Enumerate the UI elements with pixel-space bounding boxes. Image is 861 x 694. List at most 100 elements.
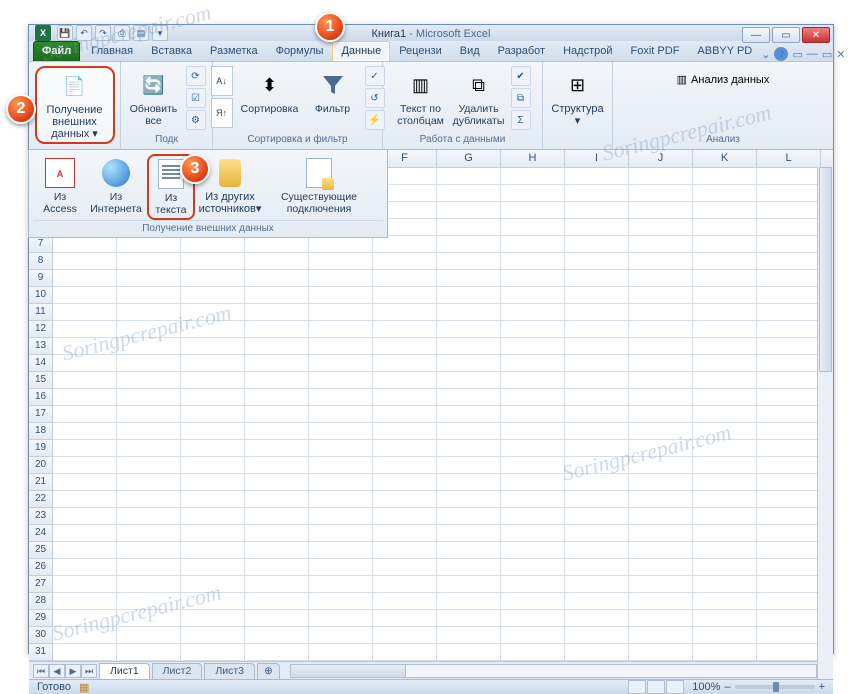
doc-minimize-icon[interactable]: —	[807, 48, 818, 60]
cell[interactable]	[181, 457, 245, 474]
cell[interactable]	[501, 593, 565, 610]
cell[interactable]	[693, 474, 757, 491]
cell[interactable]	[501, 202, 565, 219]
cell[interactable]	[245, 253, 309, 270]
row-header[interactable]: 16	[29, 389, 53, 406]
cell[interactable]	[437, 389, 501, 406]
cell[interactable]	[53, 304, 117, 321]
cell[interactable]	[757, 355, 821, 372]
cell[interactable]	[181, 508, 245, 525]
cell[interactable]	[53, 270, 117, 287]
cell[interactable]	[757, 491, 821, 508]
cell[interactable]	[757, 185, 821, 202]
cell[interactable]	[693, 542, 757, 559]
cell[interactable]	[181, 287, 245, 304]
row-header[interactable]: 11	[29, 304, 53, 321]
cell[interactable]	[245, 270, 309, 287]
cell[interactable]	[437, 559, 501, 576]
data-analysis-button[interactable]: ▥ Анализ данных	[670, 70, 777, 89]
cell[interactable]	[373, 270, 437, 287]
minimize-button[interactable]: —	[742, 27, 770, 43]
cell[interactable]	[181, 253, 245, 270]
cell[interactable]	[757, 593, 821, 610]
column-header[interactable]: L	[757, 150, 821, 167]
cell[interactable]	[693, 491, 757, 508]
cell[interactable]	[245, 576, 309, 593]
column-header[interactable]: J	[629, 150, 693, 167]
cell[interactable]	[629, 321, 693, 338]
cell[interactable]	[117, 491, 181, 508]
help-icon[interactable]: ?	[774, 47, 788, 61]
cell[interactable]	[629, 287, 693, 304]
consolidate-button[interactable]: ⧉	[511, 88, 531, 108]
cell[interactable]	[501, 474, 565, 491]
cell[interactable]	[565, 457, 629, 474]
cell[interactable]	[501, 644, 565, 661]
cell[interactable]	[565, 593, 629, 610]
filter-clear-button[interactable]: ✓	[365, 66, 385, 86]
cell[interactable]	[373, 338, 437, 355]
cell[interactable]	[181, 576, 245, 593]
cell[interactable]	[565, 236, 629, 253]
horizontal-scrollbar[interactable]	[290, 664, 817, 678]
cell[interactable]	[53, 372, 117, 389]
connections-btn-1[interactable]: ⟳	[186, 66, 206, 86]
cell[interactable]	[117, 304, 181, 321]
cell[interactable]	[629, 219, 693, 236]
cell[interactable]	[757, 610, 821, 627]
cell[interactable]	[629, 627, 693, 644]
row-header[interactable]: 29	[29, 610, 53, 627]
cell[interactable]	[181, 542, 245, 559]
cell[interactable]	[437, 542, 501, 559]
cell[interactable]	[693, 610, 757, 627]
cell[interactable]	[245, 338, 309, 355]
cell[interactable]	[181, 610, 245, 627]
cell[interactable]	[437, 525, 501, 542]
zoom-slider-thumb[interactable]	[773, 682, 779, 692]
cell[interactable]	[693, 508, 757, 525]
cell[interactable]	[629, 508, 693, 525]
cell[interactable]	[565, 542, 629, 559]
cell[interactable]	[629, 270, 693, 287]
cell[interactable]	[117, 270, 181, 287]
cell[interactable]	[181, 321, 245, 338]
cell[interactable]	[501, 168, 565, 185]
from-access-button[interactable]: A Из Access	[35, 154, 85, 218]
cell[interactable]	[565, 219, 629, 236]
cell[interactable]	[501, 389, 565, 406]
cell[interactable]	[437, 304, 501, 321]
cell[interactable]	[181, 491, 245, 508]
cell[interactable]	[437, 270, 501, 287]
cell[interactable]	[501, 576, 565, 593]
cell[interactable]	[245, 644, 309, 661]
cell[interactable]	[629, 440, 693, 457]
view-pagebreak-button[interactable]	[666, 680, 684, 694]
cell[interactable]	[53, 253, 117, 270]
cell[interactable]	[437, 236, 501, 253]
cell[interactable]	[757, 627, 821, 644]
cell[interactable]	[117, 372, 181, 389]
cell[interactable]	[693, 423, 757, 440]
cell[interactable]	[117, 508, 181, 525]
cell[interactable]	[629, 542, 693, 559]
cell[interactable]	[501, 525, 565, 542]
cell[interactable]	[757, 508, 821, 525]
cell[interactable]	[757, 423, 821, 440]
cell[interactable]	[757, 525, 821, 542]
cell[interactable]	[757, 321, 821, 338]
cell[interactable]	[437, 457, 501, 474]
cell[interactable]	[693, 253, 757, 270]
cell[interactable]	[629, 457, 693, 474]
cell[interactable]	[245, 542, 309, 559]
cell[interactable]	[565, 474, 629, 491]
row-header[interactable]: 19	[29, 440, 53, 457]
cell[interactable]	[181, 474, 245, 491]
cell[interactable]	[693, 406, 757, 423]
cell[interactable]	[629, 644, 693, 661]
qat-customize[interactable]: ▾	[152, 25, 168, 41]
cell[interactable]	[181, 644, 245, 661]
cell[interactable]	[117, 593, 181, 610]
tab-foxit-pdf[interactable]: Foxit PDF	[622, 41, 689, 61]
cell[interactable]	[501, 219, 565, 236]
cell[interactable]	[181, 338, 245, 355]
